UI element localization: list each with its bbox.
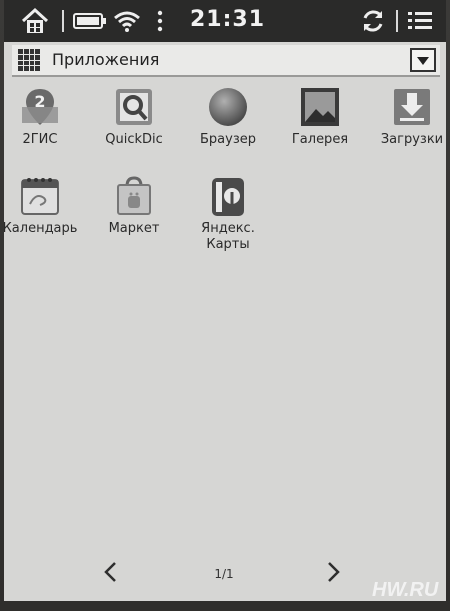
screen: 21:31 Приложения 2 2ГИС QuickDic Браузер… bbox=[4, 0, 446, 601]
app-calendar[interactable]: Календарь bbox=[4, 174, 86, 237]
page-title: Приложения bbox=[52, 50, 160, 69]
battery-icon bbox=[72, 0, 108, 42]
prev-page-arrow-icon[interactable] bbox=[100, 560, 124, 584]
app-label: Яндекс. Карты bbox=[201, 221, 255, 252]
wifi-icon bbox=[112, 0, 142, 42]
2gis-icon: 2 bbox=[18, 85, 62, 129]
page-indicator: 1/1 bbox=[214, 567, 234, 581]
calendar-icon bbox=[18, 174, 62, 218]
status-clock: 21:31 bbox=[190, 7, 266, 32]
app-label: Галерея bbox=[291, 132, 349, 147]
app-market[interactable]: Маркет bbox=[88, 174, 180, 237]
quickdic-icon bbox=[112, 85, 156, 129]
status-bar: 21:31 bbox=[4, 0, 446, 42]
menu-icon[interactable] bbox=[404, 0, 436, 42]
svg-text:2: 2 bbox=[34, 92, 45, 111]
status-separator bbox=[62, 10, 64, 32]
app-browser[interactable]: Браузер bbox=[182, 85, 274, 148]
next-page-arrow-icon[interactable] bbox=[320, 560, 344, 584]
market-bag-icon bbox=[112, 174, 156, 218]
app-label: Маркет bbox=[108, 221, 160, 236]
app-label: Загрузки bbox=[380, 132, 444, 147]
apps-grid-icon bbox=[18, 49, 40, 71]
watermark-logo: HW.RU bbox=[372, 579, 439, 601]
app-label: QuickDic bbox=[105, 132, 163, 147]
downloads-icon bbox=[390, 85, 434, 129]
dropdown-button[interactable] bbox=[410, 48, 436, 72]
yandex-maps-icon bbox=[206, 174, 250, 218]
app-downloads[interactable]: Загрузки bbox=[366, 85, 446, 148]
more-vert-icon[interactable] bbox=[152, 0, 168, 42]
app-label: Браузер bbox=[200, 132, 256, 147]
app-gallery[interactable]: Галерея bbox=[274, 85, 366, 148]
title-bar: Приложения bbox=[12, 45, 440, 77]
app-label: 2ГИС bbox=[22, 132, 58, 147]
status-separator bbox=[396, 10, 398, 32]
gallery-icon bbox=[298, 85, 342, 129]
app-yandex-maps[interactable]: Яндекс. Карты bbox=[182, 174, 274, 253]
browser-globe-icon bbox=[206, 85, 250, 129]
app-label: Календарь bbox=[4, 221, 78, 236]
home-icon[interactable] bbox=[18, 0, 52, 42]
app-quickdic[interactable]: QuickDic bbox=[88, 85, 180, 148]
sync-icon[interactable] bbox=[358, 0, 388, 42]
app-2gis[interactable]: 2 2ГИС bbox=[4, 85, 86, 148]
